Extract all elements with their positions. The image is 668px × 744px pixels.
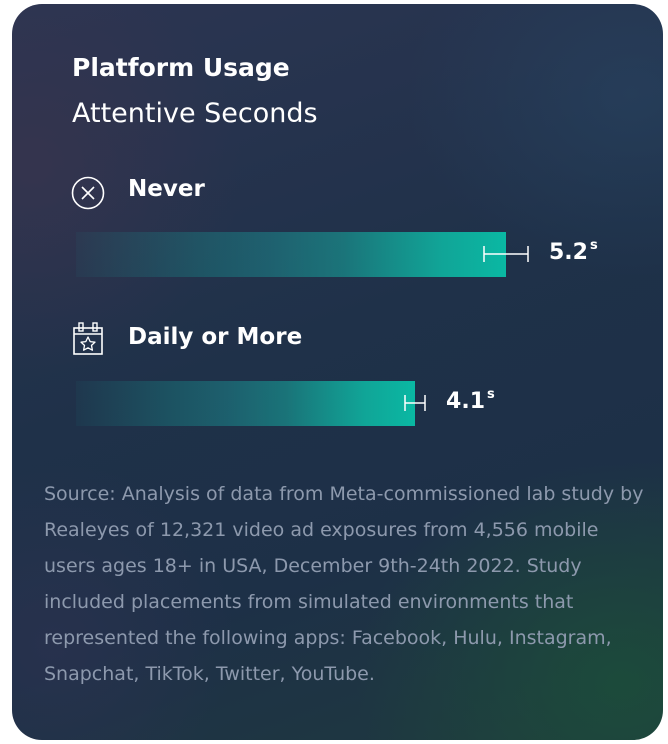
value-unit: s bbox=[589, 238, 598, 253]
value-unit: s bbox=[487, 387, 495, 402]
chart-title: Platform Usage bbox=[72, 53, 290, 82]
value-label-never: 5.2 s bbox=[549, 238, 598, 265]
value-label-daily-or-more: 4.1 s bbox=[446, 387, 495, 414]
value-number: 4.1 bbox=[446, 389, 486, 414]
error-bar-never bbox=[483, 246, 529, 262]
category-label-daily-or-more: Daily or More bbox=[128, 324, 303, 350]
chart-subtitle: Attentive Seconds bbox=[72, 98, 318, 129]
close-circle-icon bbox=[70, 175, 106, 211]
bar-daily-or-more bbox=[76, 381, 416, 426]
chart-card: Platform Usage Attentive Seconds Never 5.… bbox=[12, 4, 663, 740]
error-bar-daily-or-more bbox=[404, 395, 426, 411]
category-label-never: Never bbox=[128, 176, 205, 202]
value-number: 5.2 bbox=[549, 240, 588, 265]
calendar-star-icon bbox=[70, 320, 106, 356]
bar-never bbox=[76, 232, 506, 277]
source-note: Source: Analysis of data from Meta-commi… bbox=[44, 483, 644, 685]
